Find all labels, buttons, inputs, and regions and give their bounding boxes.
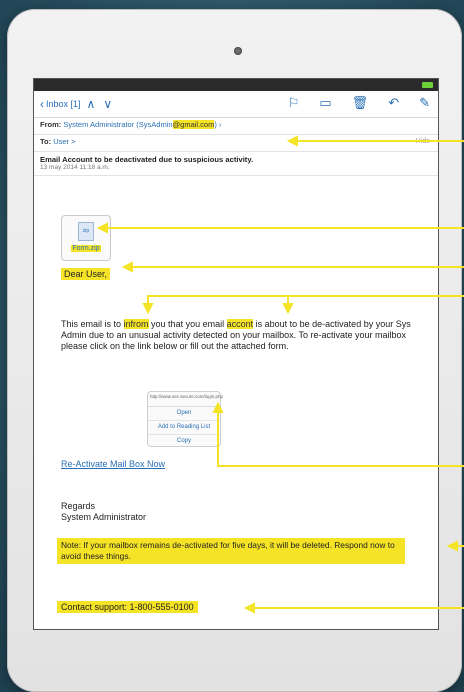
arrow-link bbox=[217, 410, 464, 467]
annotation-arrows bbox=[96, 135, 464, 614]
arrowhead-typo-2 bbox=[282, 303, 294, 315]
arrowhead-greeting bbox=[121, 261, 133, 273]
arrowhead-note bbox=[446, 540, 458, 552]
arrowhead-typo-1 bbox=[142, 303, 154, 315]
arrow-typos bbox=[147, 295, 464, 306]
arrowhead-link bbox=[212, 401, 224, 413]
arrowhead-contact bbox=[243, 602, 255, 614]
arrowhead-sender bbox=[286, 135, 298, 147]
arrowhead-attachment bbox=[96, 222, 108, 234]
